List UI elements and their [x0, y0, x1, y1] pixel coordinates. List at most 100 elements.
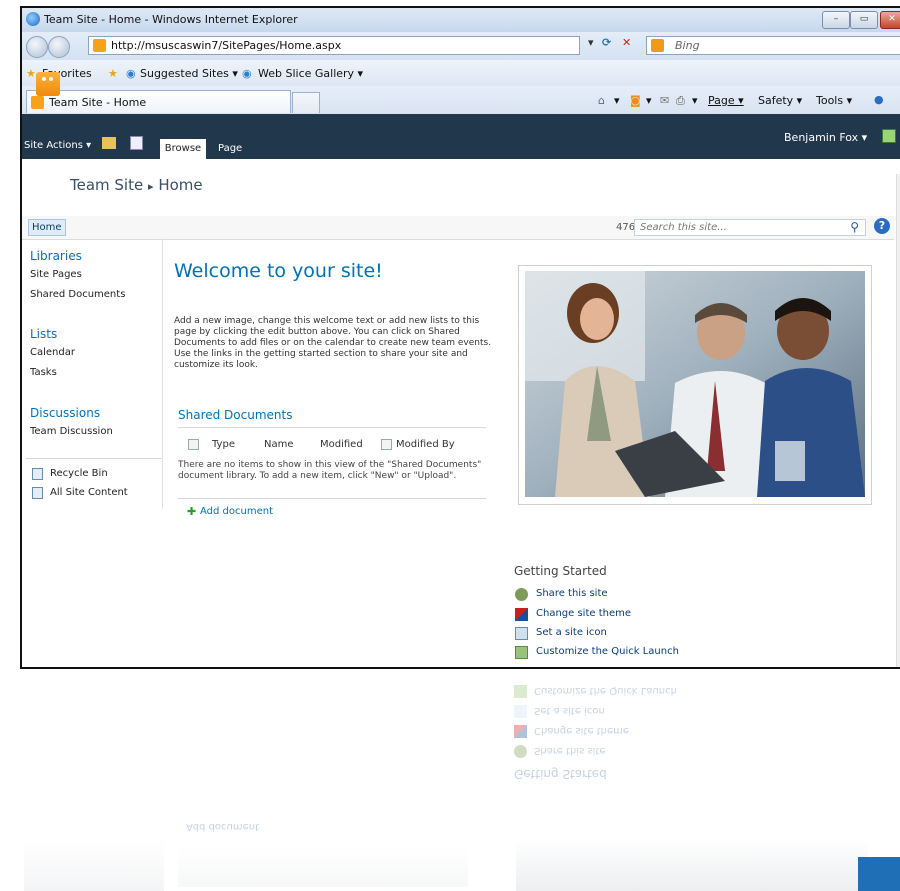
browser-tab-active[interactable]: Team Site - Home	[26, 90, 291, 113]
welcome-image	[525, 271, 865, 497]
back-button[interactable]	[26, 36, 48, 58]
tools-menu[interactable]: Tools ▾	[816, 94, 852, 107]
safety-menu[interactable]: Safety ▾	[758, 94, 802, 107]
site-search-input[interactable]: Search this site... ⚲	[634, 219, 866, 236]
search-box[interactable]: Bing	[646, 36, 900, 55]
divider	[178, 427, 486, 428]
rss-icon[interactable]: ◙	[630, 94, 641, 107]
breadcrumb-site-link[interactable]: Team Site	[70, 176, 143, 194]
column-modified[interactable]: Modified	[320, 439, 363, 450]
add-favorite-icon[interactable]: ★	[108, 67, 118, 80]
shared-documents-heading[interactable]: Shared Documents	[178, 408, 292, 422]
tab-browse[interactable]: Browse	[160, 139, 206, 159]
print-icon[interactable]: ⎙	[676, 94, 685, 108]
reflected-share-icon	[514, 745, 527, 758]
tab-page[interactable]: Page	[218, 143, 242, 154]
new-tab-button[interactable]	[292, 92, 320, 113]
mail-icon[interactable]: ✉	[660, 94, 669, 107]
column-type[interactable]: Type	[212, 439, 235, 450]
suggested-sites-link[interactable]: Suggested Sites ▾	[140, 67, 238, 80]
column-modified-by[interactable]: Modified By	[396, 439, 455, 450]
site-help-icon[interactable]: ?	[874, 218, 890, 234]
window-title: Team Site - Home - Windows Internet Expl…	[44, 13, 298, 26]
recycle-bin-icon	[32, 468, 43, 480]
stop-icon[interactable]: ✕	[622, 36, 631, 49]
team-photo	[525, 271, 865, 497]
ie-logo-icon	[26, 12, 40, 26]
ie-page-icon: ◉	[126, 67, 136, 80]
getting-started-heading: Getting Started	[514, 564, 607, 578]
rss-dropdown-icon[interactable]: ▾	[646, 94, 652, 107]
tab-favicon-icon	[31, 96, 44, 109]
ql-heading-lists[interactable]: Lists	[30, 327, 57, 341]
bing-icon	[651, 39, 664, 52]
column-checkbox[interactable]	[381, 439, 392, 450]
search-icon[interactable]: ⚲	[850, 220, 859, 234]
corner-accent	[858, 857, 900, 891]
ql-item-calendar[interactable]: Calendar	[30, 347, 75, 358]
change-theme-link[interactable]: Change site theme	[536, 608, 631, 619]
close-button[interactable]: ✕	[880, 11, 900, 29]
print-dropdown-icon[interactable]: ▾	[692, 94, 698, 107]
reflected-customize-icon	[514, 685, 527, 698]
web-slice-gallery-link[interactable]: Web Slice Gallery ▾	[258, 67, 363, 80]
favorites-bar: ★ Favorites ★ ◉ Suggested Sites ▾ ◉ Web …	[22, 60, 900, 87]
dropdown-arrow-icon[interactable]: ▾	[588, 36, 594, 49]
ql-recycle-bin[interactable]: Recycle Bin	[50, 468, 108, 479]
address-row: http://msuscaswin7/SitePages/Home.aspx ▾…	[22, 32, 900, 60]
window-reflection: Customize the Quick Launch Set a site ic…	[0, 669, 900, 891]
page-menu[interactable]: Page ▾	[708, 94, 744, 107]
tab-row: Team Site - Home ⌂ ▾ ◙ ▾ ✉ ⎙ ▾ Page ▾ Sa…	[22, 86, 900, 115]
reflected-theme-text: Change site theme	[534, 725, 630, 736]
address-bar[interactable]: http://msuscaswin7/SitePages/Home.aspx	[88, 36, 580, 55]
ql-item-shared-documents[interactable]: Shared Documents	[30, 289, 125, 300]
divider	[178, 498, 486, 499]
reflected-theme-icon	[514, 725, 527, 738]
ql-separator	[26, 458, 162, 459]
share-site-link[interactable]: Share this site	[536, 588, 608, 599]
top-navigation: Home 4762 Search this site... ⚲ ?	[22, 216, 894, 240]
select-all-checkbox[interactable]	[188, 439, 199, 450]
page-title: Welcome to your site!	[174, 260, 383, 282]
site-actions-menu[interactable]: Site Actions ▾	[24, 140, 91, 151]
forward-button[interactable]	[48, 36, 70, 58]
sharepoint-ribbon: Site Actions ▾ Browse Page Benjamin Fox …	[22, 114, 900, 159]
add-document-link[interactable]: Add document	[200, 506, 273, 517]
ql-item-tasks[interactable]: Tasks	[30, 367, 57, 378]
minimize-button[interactable]: –	[822, 11, 850, 29]
search-provider: Bing	[675, 39, 700, 52]
ql-all-site-content[interactable]: All Site Content	[50, 487, 128, 498]
ql-heading-discussions[interactable]: Discussions	[30, 406, 100, 420]
breadcrumb-page: Home	[158, 176, 203, 194]
home-icon[interactable]: ⌂	[598, 94, 605, 107]
reflected-quick-launch	[24, 839, 164, 891]
empty-message: There are no items to show in this view …	[178, 460, 482, 481]
edit-page-icon[interactable]	[130, 136, 143, 150]
reflected-set-icon-text: Set a site icon	[534, 705, 605, 716]
favorites-star-icon: ★	[26, 67, 36, 80]
help-icon[interactable]: ●	[874, 93, 884, 106]
site-logo-icon[interactable]	[36, 72, 60, 96]
user-status-icon[interactable]	[882, 129, 896, 143]
intro-text: Add a new image, change this welcome tex…	[174, 316, 492, 370]
home-dropdown-icon[interactable]: ▾	[614, 94, 620, 107]
maximize-button[interactable]: ▭	[850, 11, 878, 29]
topnav-home[interactable]: Home	[28, 219, 66, 236]
set-site-icon-link[interactable]: Set a site icon	[536, 627, 607, 638]
ql-item-site-pages[interactable]: Site Pages	[30, 269, 82, 280]
navigate-up-icon[interactable]	[102, 137, 116, 149]
ql-item-team-discussion[interactable]: Team Discussion	[30, 426, 113, 437]
ql-heading-libraries[interactable]: Libraries	[30, 249, 82, 263]
vertical-scrollbar[interactable]	[896, 174, 900, 667]
add-icon[interactable]: ✚	[187, 505, 196, 518]
web-slice-icon: ◉	[242, 67, 252, 80]
reflected-customize-text: Customize the Quick Launch	[534, 685, 677, 696]
customize-icon	[515, 646, 528, 659]
refresh-icon[interactable]: ⟳	[602, 36, 611, 49]
column-name[interactable]: Name	[264, 439, 294, 450]
all-site-content-icon	[32, 487, 43, 499]
address-url: http://msuscaswin7/SitePages/Home.aspx	[111, 39, 342, 52]
user-menu[interactable]: Benjamin Fox ▾	[784, 131, 867, 144]
reflected-share-text: Share this site	[534, 745, 606, 756]
customize-quick-launch-link[interactable]: Customize the Quick Launch	[536, 646, 679, 657]
